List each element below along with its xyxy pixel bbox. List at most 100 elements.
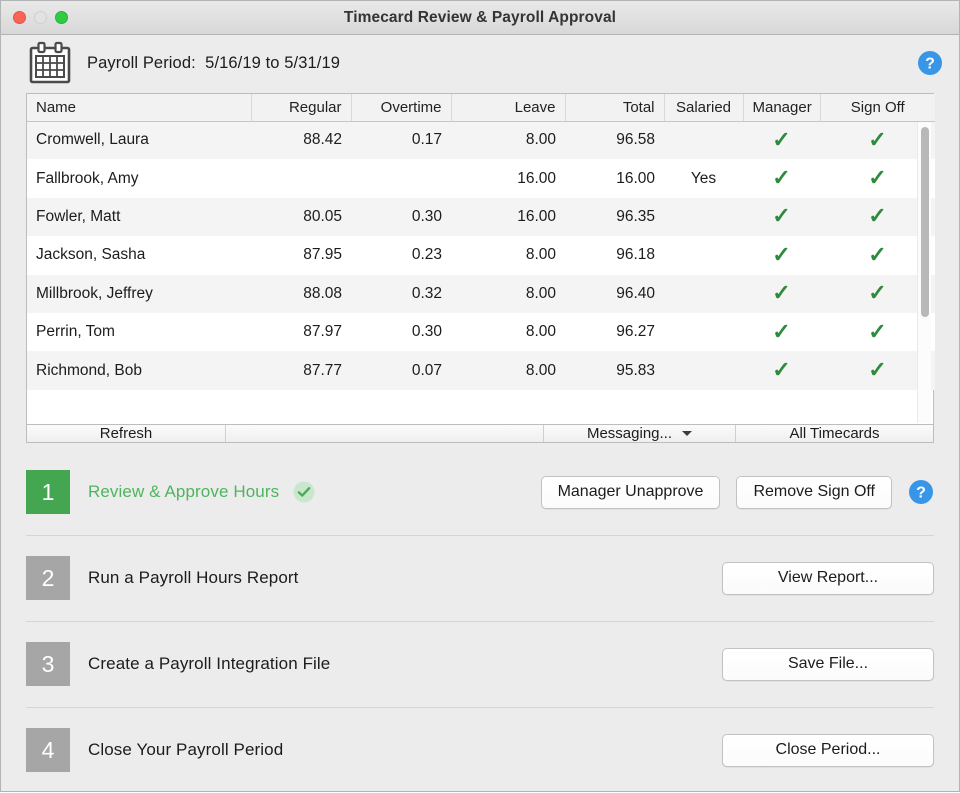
step-actions: Manager Unapprove Remove Sign Off?: [540, 475, 934, 509]
step-number-badge: 4: [26, 728, 70, 772]
cell-regular: 88.08: [251, 274, 351, 313]
cell-manager[interactable]: ✓: [743, 312, 820, 352]
step-actions: View Report...: [722, 561, 934, 595]
table-header-row: Name Regular Overtime Leave Total Salari…: [27, 94, 935, 122]
column-header-salaried[interactable]: Salaried: [664, 94, 744, 122]
column-header-signoff[interactable]: Sign Off: [820, 94, 935, 122]
cell-manager[interactable]: ✓: [743, 351, 820, 390]
cell-name: Fallbrook, Amy: [27, 159, 251, 198]
column-header-regular[interactable]: Regular: [251, 94, 352, 122]
cell-total: 96.58: [565, 121, 664, 160]
cell-overtime: [351, 159, 451, 198]
cell-leave: 8.00: [451, 274, 565, 313]
workflow-step-1: 1 Review & Approve Hours Manager Unapprove…: [26, 449, 934, 535]
messaging-label: Messaging...: [586, 425, 673, 442]
cell-overtime: 0.30: [351, 312, 451, 352]
table-scrollbar[interactable]: [917, 122, 931, 423]
column-header-overtime[interactable]: Overtime: [351, 94, 452, 122]
messaging-dropdown[interactable]: Messaging...: [544, 425, 736, 442]
check-icon: ✓: [772, 357, 791, 383]
refresh-label: Refresh: [99, 425, 153, 442]
all-timecards-button[interactable]: All Timecards: [736, 425, 933, 442]
step-action-button[interactable]: Close Period...: [722, 733, 934, 767]
cell-total: 96.27: [565, 312, 664, 352]
table-row[interactable]: Richmond, Bob 87.77 0.07 8.00 95.83 ✓ ✓: [27, 351, 935, 390]
cell-name: Perrin, Tom: [27, 312, 251, 352]
step-actions: Close Period...: [722, 733, 934, 767]
cell-name: Richmond, Bob: [27, 351, 251, 390]
minimize-button[interactable]: [34, 11, 47, 24]
step-action-button[interactable]: Manager Unapprove: [540, 475, 721, 509]
check-icon: ✓: [868, 318, 887, 344]
help-icon[interactable]: ?: [917, 50, 943, 76]
check-icon: ✓: [868, 357, 887, 383]
check-icon: ✓: [772, 126, 791, 152]
refresh-button[interactable]: Refresh: [27, 425, 226, 442]
cell-manager[interactable]: ✓: [743, 274, 820, 313]
table-row[interactable]: Jackson, Sasha 87.95 0.23 8.00 96.18 ✓ ✓: [27, 236, 935, 275]
table-row[interactable]: Millbrook, Jeffrey 88.08 0.32 8.00 96.40 ✓ ✓: [27, 274, 935, 313]
step-title: Review & Approve Hours: [88, 482, 280, 501]
check-icon: ✓: [868, 165, 887, 191]
table-body: Cromwell, Laura 88.42 0.17 8.00 96.58 ✓ ✓ Fallb…: [27, 121, 935, 390]
step-action-button[interactable]: Remove Sign Off: [736, 475, 892, 509]
cell-leave: 8.00: [451, 236, 565, 275]
all-timecards-label: All Timecards: [789, 425, 880, 442]
payroll-period-bar: Payroll Period: 5/16/19 to 5/31/19 ?: [1, 35, 959, 91]
workflow-step-3: 3 Create a Payroll Integration File Save F…: [26, 621, 934, 707]
column-header-total[interactable]: Total: [565, 94, 665, 122]
cell-total: 96.35: [565, 197, 664, 237]
check-icon: ✓: [772, 203, 791, 229]
table-scrollbar-thumb[interactable]: [920, 127, 929, 317]
cell-name: Cromwell, Laura: [27, 121, 251, 160]
cell-name: Millbrook, Jeffrey: [27, 274, 251, 313]
cell-manager[interactable]: ✓: [743, 121, 820, 160]
cell-leave: 16.00: [451, 197, 565, 237]
payroll-period-label: Payroll Period: 5/16/19 to 5/31/19: [87, 53, 340, 72]
step-complete-check-icon: [293, 481, 315, 503]
cell-regular: 87.77: [251, 351, 351, 390]
cell-leave: 16.00: [451, 159, 565, 198]
column-header-name[interactable]: Name: [27, 94, 252, 122]
cell-leave: 8.00: [451, 351, 565, 390]
close-button[interactable]: [13, 11, 26, 24]
step-number-badge: 2: [26, 556, 70, 600]
check-icon: ✓: [772, 318, 791, 344]
table-row[interactable]: Cromwell, Laura 88.42 0.17 8.00 96.58 ✓ ✓: [27, 121, 935, 160]
cell-overtime: 0.23: [351, 236, 451, 275]
cell-total: 96.18: [565, 236, 664, 275]
cell-manager[interactable]: ✓: [743, 236, 820, 275]
table-row[interactable]: Perrin, Tom 87.97 0.30 8.00 96.27 ✓ ✓: [27, 312, 935, 352]
app-window: Timecard Review & Payroll Approval Payro…: [0, 0, 960, 792]
cell-manager[interactable]: ✓: [743, 197, 820, 237]
cell-manager[interactable]: ✓: [743, 159, 820, 198]
check-icon: ✓: [868, 126, 887, 152]
cell-salaried: [664, 236, 743, 275]
cell-overtime: 0.07: [351, 351, 451, 390]
timecard-table: Name Regular Overtime Leave Total Salari…: [26, 93, 935, 425]
calendar-icon: [29, 41, 71, 84]
check-icon: ✓: [868, 203, 887, 229]
maximize-button[interactable]: [55, 11, 68, 24]
step-action-button[interactable]: View Report...: [722, 561, 934, 595]
step-title: Create a Payroll Integration File: [88, 654, 331, 673]
cell-salaried: [664, 351, 743, 390]
toolbar-spacer: [226, 425, 544, 442]
check-icon: ✓: [772, 165, 791, 191]
cell-regular: 88.42: [251, 121, 351, 160]
step-title: Close Your Payroll Period: [88, 740, 284, 759]
svg-text:?: ?: [925, 56, 935, 73]
cell-total: 96.40: [565, 274, 664, 313]
check-icon: ✓: [772, 280, 791, 306]
step-number-badge: 1: [26, 470, 70, 514]
cell-name: Fowler, Matt: [27, 197, 251, 237]
column-header-leave[interactable]: Leave: [451, 94, 566, 122]
column-header-manager[interactable]: Manager: [743, 94, 821, 122]
table-row[interactable]: Fallbrook, Amy 16.00 16.00 Yes ✓ ✓: [27, 159, 935, 198]
check-icon: ✓: [772, 241, 791, 267]
step-action-button[interactable]: Save File...: [722, 647, 934, 681]
cell-overtime: 0.32: [351, 274, 451, 313]
help-icon[interactable]: ?: [908, 479, 934, 505]
timecard-grid: Name Regular Overtime Leave Total Salari…: [27, 94, 935, 390]
table-row[interactable]: Fowler, Matt 80.05 0.30 16.00 96.35 ✓ ✓: [27, 197, 935, 237]
